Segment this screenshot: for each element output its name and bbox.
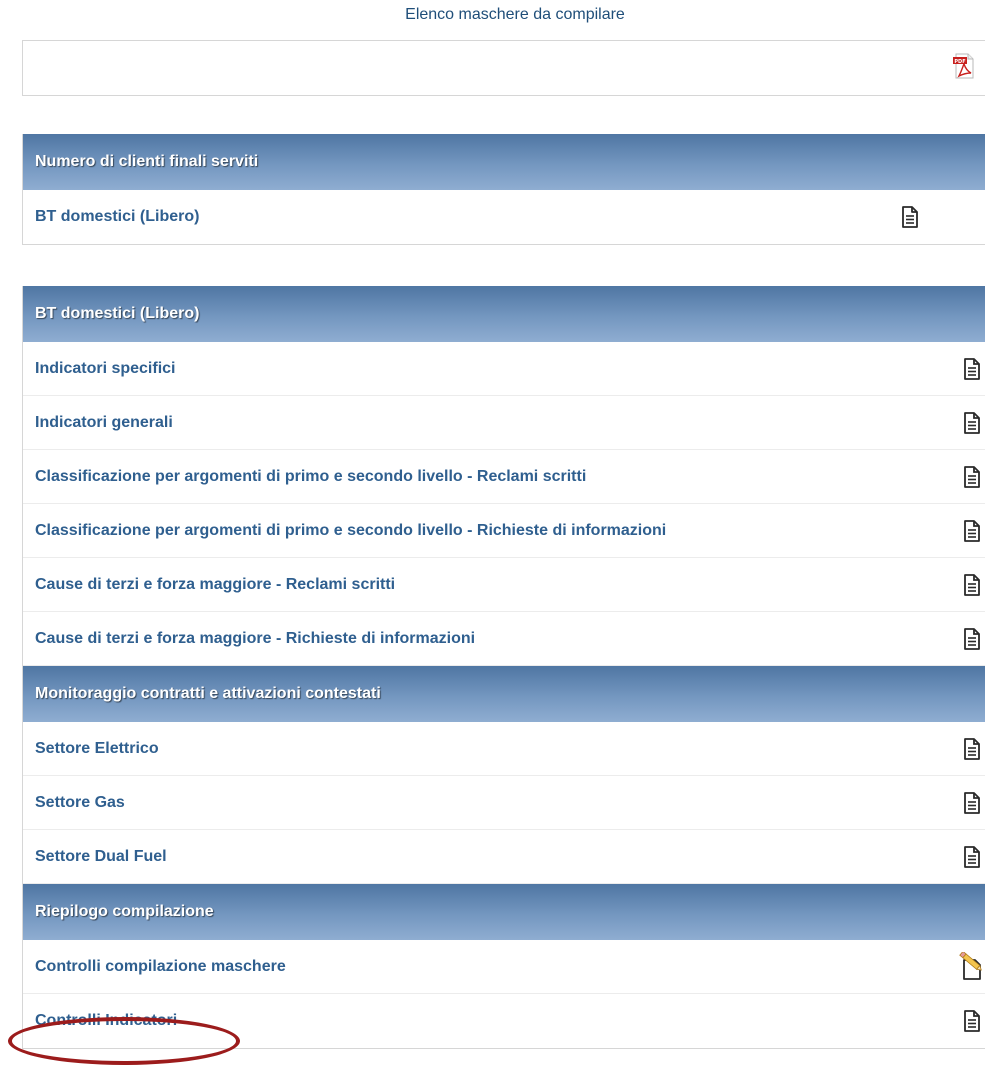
row-link[interactable]: Classificazione per argomenti di primo e… xyxy=(35,468,586,486)
table-row[interactable]: Indicatori specifici xyxy=(23,342,985,396)
table-row[interactable]: Controlli compilazione maschere xyxy=(23,940,985,994)
row-link[interactable]: Controlli Indicatori xyxy=(35,1012,177,1030)
page-title: Elenco maschere da compilare xyxy=(405,6,625,23)
masks-table: BT domestici (Libero) Indicatori specifi… xyxy=(22,286,985,1049)
section-header: Numero di clienti finali serviti xyxy=(23,134,985,190)
row-link[interactable]: Settore Gas xyxy=(35,794,125,812)
row-link[interactable]: BT domestici (Libero) xyxy=(35,208,199,226)
clients-table: Numero di clienti finali serviti BT dome… xyxy=(22,134,985,245)
row-link[interactable]: Cause di terzi e forza maggiore - Reclam… xyxy=(35,576,395,594)
document-icon[interactable] xyxy=(963,738,981,760)
document-icon[interactable] xyxy=(963,792,981,814)
section-header: Riepilogo compilazione xyxy=(23,884,985,940)
table-row[interactable]: Cause di terzi e forza maggiore - Richie… xyxy=(23,612,985,666)
document-icon[interactable] xyxy=(963,846,981,868)
row-link[interactable]: Classificazione per argomenti di primo e… xyxy=(35,522,666,540)
section-header: Monitoraggio contratti e attivazioni con… xyxy=(23,666,985,722)
row-link[interactable]: Settore Elettrico xyxy=(35,740,159,758)
table-row[interactable]: Settore Dual Fuel xyxy=(23,830,985,884)
table-row[interactable]: Classificazione per argomenti di primo e… xyxy=(23,450,985,504)
document-icon[interactable] xyxy=(963,412,981,434)
table-row[interactable]: Indicatori generali xyxy=(23,396,985,450)
document-icon[interactable] xyxy=(963,574,981,596)
document-icon[interactable] xyxy=(963,466,981,488)
table-row[interactable]: BT domestici (Libero) xyxy=(23,190,985,244)
document-icon[interactable] xyxy=(963,1010,981,1032)
document-icon[interactable] xyxy=(963,520,981,542)
table-row[interactable]: Classificazione per argomenti di primo e… xyxy=(23,504,985,558)
edit-document-icon[interactable] xyxy=(959,952,985,980)
row-link[interactable]: Settore Dual Fuel xyxy=(35,848,167,866)
table-row[interactable]: Settore Elettrico xyxy=(23,722,985,776)
table-row[interactable]: Controlli Indicatori xyxy=(23,994,985,1048)
section-header: BT domestici (Libero) xyxy=(23,286,985,342)
table-row[interactable]: Settore Gas xyxy=(23,776,985,830)
pdf-icon[interactable]: PDF xyxy=(953,53,975,79)
row-link[interactable]: Cause di terzi e forza maggiore - Richie… xyxy=(35,630,475,648)
table-row[interactable]: Cause di terzi e forza maggiore - Reclam… xyxy=(23,558,985,612)
row-link[interactable]: Indicatori specifici xyxy=(35,360,175,378)
document-icon[interactable] xyxy=(963,358,981,380)
document-icon[interactable] xyxy=(963,628,981,650)
document-icon[interactable] xyxy=(901,206,919,228)
pdf-export-box: PDF xyxy=(22,40,985,96)
row-link[interactable]: Indicatori generali xyxy=(35,414,173,432)
row-link[interactable]: Controlli compilazione maschere xyxy=(35,958,286,976)
